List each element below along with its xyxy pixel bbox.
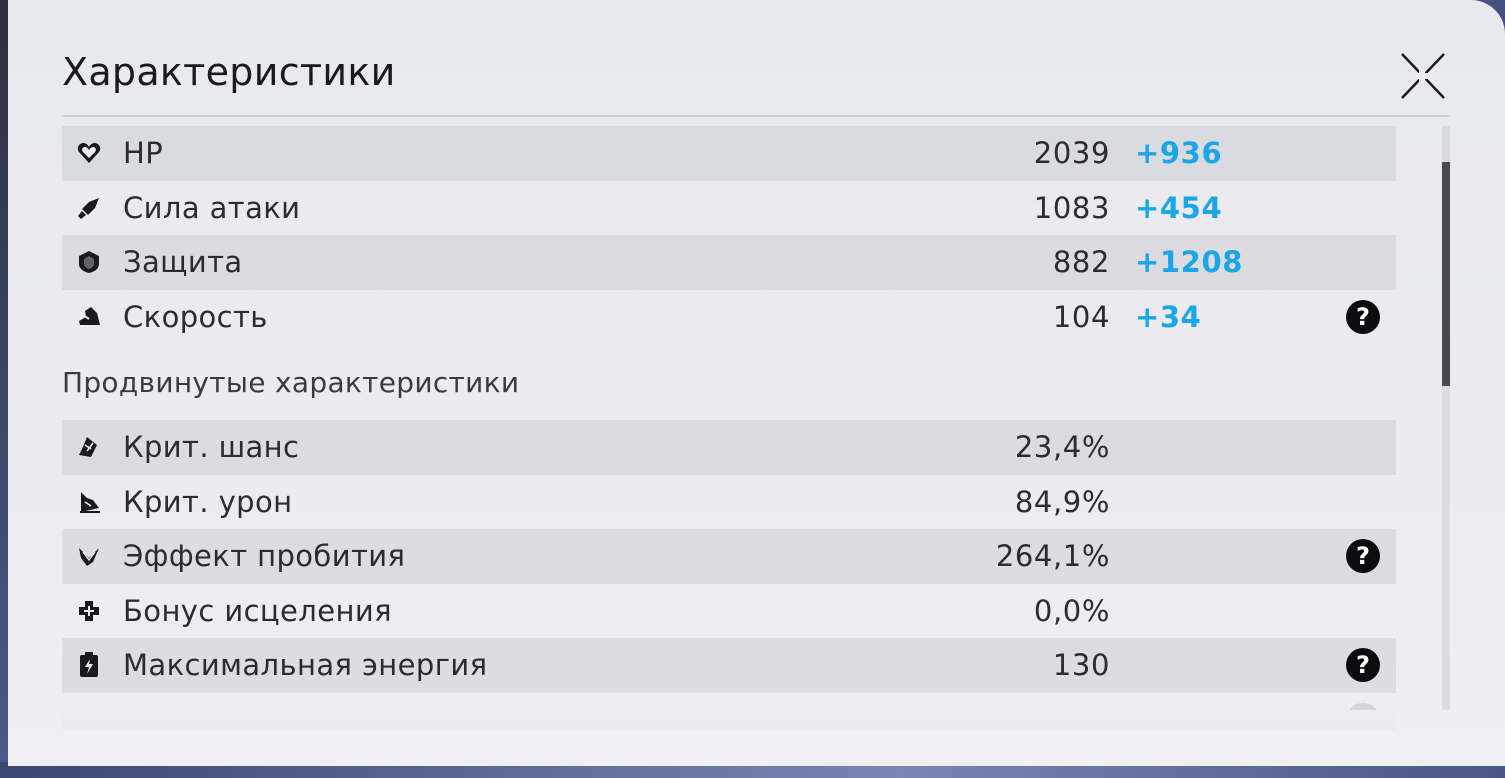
break-effect-icon xyxy=(76,543,102,569)
stats-list[interactable]: HP 2039 +936 Сила атаки 1083 +454 Защита… xyxy=(62,126,1396,710)
heart-icon xyxy=(76,140,102,166)
stat-row-break-effect: Эффект пробития 264,1% ? xyxy=(62,529,1396,584)
stat-value: 23,4% xyxy=(1014,430,1110,465)
stat-value: 130 xyxy=(1052,648,1110,683)
help-icon[interactable]: ? xyxy=(1346,299,1380,334)
crit-damage-icon xyxy=(76,489,102,515)
crit-chance-icon xyxy=(76,434,102,460)
stat-row-max-energy: Максимальная энергия 130 ? xyxy=(62,638,1396,693)
help-icon[interactable]: ? xyxy=(1346,648,1380,683)
energy-icon xyxy=(76,652,102,678)
sword-icon xyxy=(76,195,102,221)
boot-speed-icon xyxy=(76,304,102,330)
stat-label: Максимальная энергия xyxy=(123,648,488,683)
stat-value: 84,9% xyxy=(1014,484,1110,519)
stats-dialog: Характеристики HP 2039 +936 Сила атаки 1… xyxy=(8,0,1505,766)
stat-row-defense: Защита 882 +1208 xyxy=(62,235,1396,290)
stat-value: 264,1% xyxy=(995,539,1110,574)
stat-label: Крит. шанс xyxy=(123,430,300,465)
stat-bonus: +1208 xyxy=(1135,245,1244,280)
dialog-title: Характеристики xyxy=(62,50,396,94)
stat-row-speed: Скорость 104 +34 ? xyxy=(62,290,1396,345)
close-x-icon xyxy=(1401,53,1445,99)
stat-label: Скорость xyxy=(123,299,268,334)
stat-value: 2039 xyxy=(1033,136,1110,171)
stat-label: HP xyxy=(123,136,164,171)
advanced-section-title: Продвинутые характеристики xyxy=(62,365,520,399)
stat-row-healing-bonus: Бонус исцеления 0,0% xyxy=(62,584,1396,639)
stat-bonus: +34 xyxy=(1135,299,1202,334)
list-fade-overlay xyxy=(62,690,1396,730)
scrollbar-thumb[interactable] xyxy=(1442,162,1450,386)
healing-cross-icon xyxy=(76,598,102,624)
stat-label: Крит. урон xyxy=(123,484,293,519)
shield-icon xyxy=(76,249,102,275)
stat-row-crit-dmg: Крит. урон 84,9% xyxy=(62,475,1396,530)
stat-value: 0,0% xyxy=(1033,593,1110,628)
stat-value: 1083 xyxy=(1033,190,1110,225)
stat-value: 882 xyxy=(1052,245,1110,280)
help-icon[interactable]: ? xyxy=(1346,539,1380,574)
stat-row-attack: Сила атаки 1083 +454 xyxy=(62,181,1396,236)
stat-label: Сила атаки xyxy=(123,190,301,225)
stat-bonus: +936 xyxy=(1135,136,1223,171)
title-divider xyxy=(62,115,1450,117)
stat-label: Бонус исцеления xyxy=(123,593,392,628)
stat-bonus: +454 xyxy=(1135,190,1223,225)
stat-value: 104 xyxy=(1052,299,1110,334)
stat-row-hp: HP 2039 +936 xyxy=(62,126,1396,181)
close-button[interactable] xyxy=(1394,48,1450,104)
stat-label: Защита xyxy=(123,245,243,280)
stat-row-crit-rate: Крит. шанс 23,4% xyxy=(62,420,1396,475)
stat-label: Эффект пробития xyxy=(123,539,406,574)
